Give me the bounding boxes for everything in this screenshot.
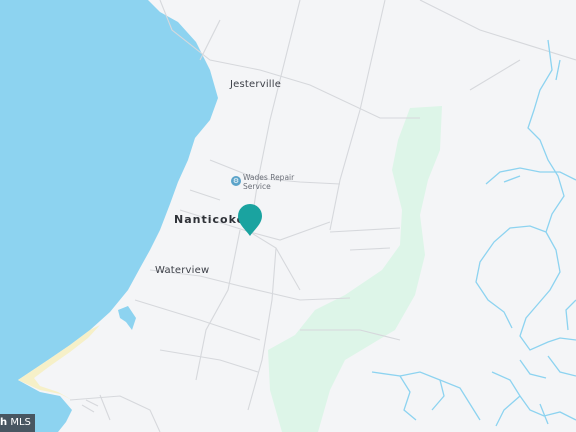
map-canvas[interactable]: Jesterville Nanticoke Waterview ⚙ Wades … <box>0 0 576 432</box>
property-marker-icon[interactable] <box>236 203 264 237</box>
mls-label: MLS <box>10 417 31 428</box>
brand-logo: h <box>0 417 8 428</box>
place-label-nanticoke: Nanticoke <box>174 213 246 226</box>
poi-label-line2: Service <box>243 182 271 191</box>
map-base-layer <box>0 0 576 432</box>
poi-label-line1: Wades Repair <box>243 173 295 182</box>
repair-shop-icon[interactable]: ⚙ <box>231 176 241 186</box>
map-attribution: h MLS <box>0 414 35 432</box>
place-label-jesterville: Jesterville <box>230 79 282 90</box>
place-label-waterview: Waterview <box>155 265 210 276</box>
poi-label[interactable]: Wades Repair Service <box>243 173 294 191</box>
